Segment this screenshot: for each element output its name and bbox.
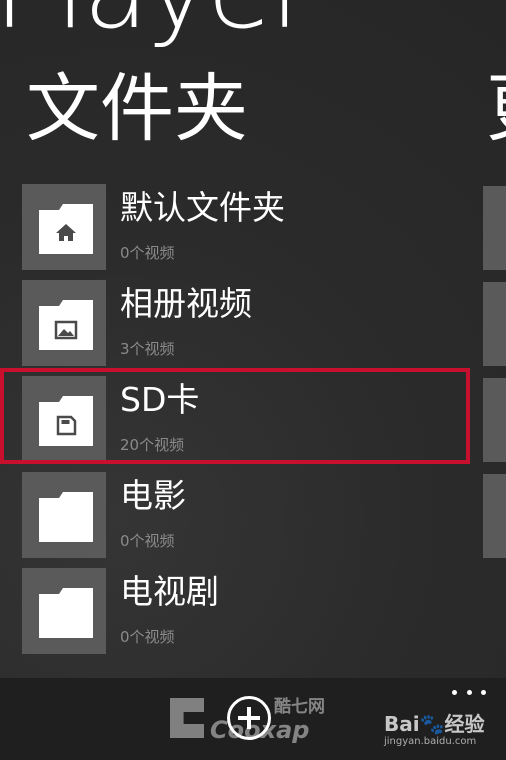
folder-tile — [22, 568, 106, 654]
next-section-peek-tiles — [483, 186, 506, 570]
peek-tile[interactable] — [483, 186, 506, 270]
folder-tile — [22, 472, 106, 558]
baidu-logo: Bai🐾经验 — [384, 712, 485, 736]
folder-item-tv-series[interactable]: 电视剧 0个视频 — [0, 566, 470, 662]
add-circle-icon[interactable] — [227, 696, 271, 740]
picture-icon — [39, 300, 93, 350]
section-title-folders[interactable]: 文件夹 — [26, 72, 248, 146]
home-icon — [39, 204, 93, 254]
folder-count: 3个视频 — [120, 340, 175, 358]
folder-icon — [39, 492, 93, 542]
next-section-title-peek[interactable]: 更 — [486, 72, 506, 146]
peek-tile[interactable] — [483, 282, 506, 366]
folder-count: 0个视频 — [120, 628, 175, 646]
folder-tile — [22, 280, 106, 366]
coolxap-logo-icon — [170, 698, 204, 738]
folder-tile — [22, 184, 106, 270]
folder-name: 电视剧 — [120, 572, 219, 611]
folder-item-movies[interactable]: 电影 0个视频 — [0, 470, 470, 566]
folder-item-album-videos[interactable]: 相册视频 3个视频 — [0, 278, 470, 374]
selection-highlight-box — [0, 368, 470, 464]
folder-icon — [39, 588, 93, 638]
app-title: Player — [0, 0, 314, 44]
folder-item-default[interactable]: 默认文件夹 0个视频 — [0, 182, 470, 278]
baidu-jingyan-watermark: Bai🐾经验 jingyan.baidu.com — [384, 708, 504, 756]
folder-count: 0个视频 — [120, 244, 175, 262]
more-dots-icon[interactable] — [452, 686, 486, 698]
folder-name: 电影 — [120, 476, 186, 515]
peek-tile[interactable] — [483, 474, 506, 558]
baidu-url: jingyan.baidu.com — [384, 736, 477, 747]
coolxap-watermark-cn: 酷七网 — [274, 697, 325, 717]
folder-name: 默认文件夹 — [120, 188, 285, 227]
peek-tile[interactable] — [483, 378, 506, 462]
app-bar: 酷七网 Cooxap Bai🐾经验 jingyan.baidu.com — [0, 678, 506, 760]
folder-name: 相册视频 — [120, 284, 252, 323]
folder-count: 0个视频 — [120, 532, 175, 550]
app-screen: Player 文件夹 更 默认文件夹 0个视频 相册视频 3个 — [0, 0, 506, 760]
